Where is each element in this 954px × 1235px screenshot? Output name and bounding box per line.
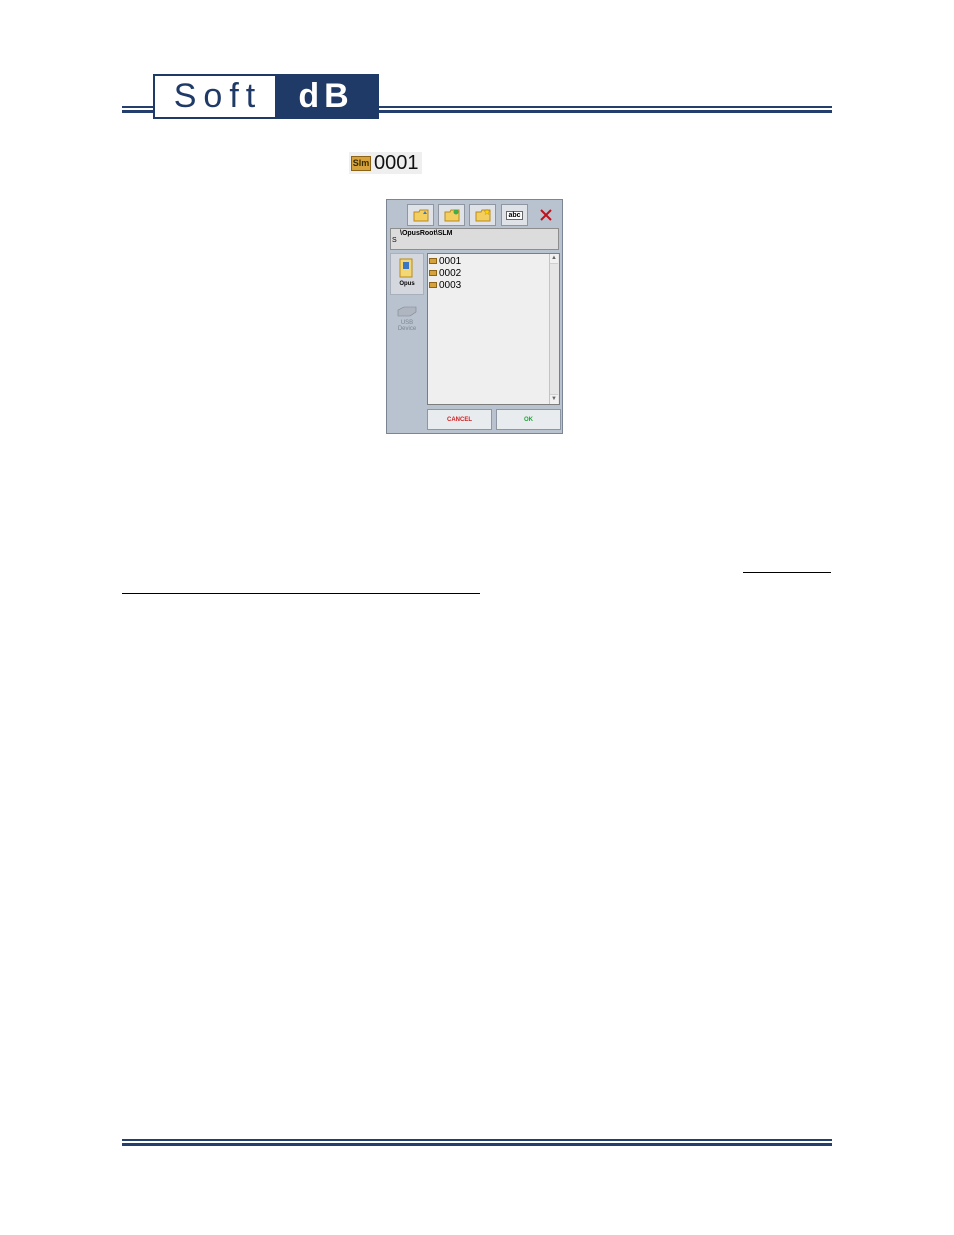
slm-file-sample-label: 0001 xyxy=(374,151,419,174)
file-name: 0003 xyxy=(439,279,462,291)
file-name: 0001 xyxy=(439,255,462,267)
file-list: 0001 0002 0003 ▲ ▼ xyxy=(427,253,560,405)
folder-up-button[interactable] xyxy=(407,204,434,226)
path-marker: S xyxy=(392,237,397,244)
scroll-up-arrow-icon[interactable]: ▲ xyxy=(550,254,558,264)
folder-refresh-icon xyxy=(444,209,459,222)
footer-rule-thick xyxy=(122,1143,832,1146)
opus-folder-icon xyxy=(399,258,413,278)
new-folder-icon xyxy=(475,208,490,222)
rename-icon: abc xyxy=(506,210,523,220)
close-button[interactable] xyxy=(532,204,559,226)
new-folder-button[interactable] xyxy=(469,204,496,226)
refresh-folder-button[interactable] xyxy=(438,204,465,226)
current-path: \OpusRoot\SLM xyxy=(400,230,453,237)
softdb-logo: Soft dB xyxy=(153,74,379,119)
ok-button[interactable]: OK xyxy=(496,409,561,430)
slm-file-sample: Slm 0001 xyxy=(349,152,422,174)
slm-folder-icon xyxy=(429,258,437,264)
slm-file-icon: Slm xyxy=(351,155,371,171)
path-field: S \OpusRoot\SLM xyxy=(390,228,559,250)
link-underline[interactable] xyxy=(743,572,831,573)
footer-rule-thin xyxy=(122,1139,832,1141)
cancel-button[interactable]: CANCEL xyxy=(427,409,492,430)
logo-soft-text: Soft xyxy=(173,77,263,115)
sidebar-label-device: Device xyxy=(397,326,417,332)
sidebar-item-opus[interactable]: Opus xyxy=(390,253,424,295)
sidebar-item-usb-device[interactable]: USB Device xyxy=(390,306,424,344)
sidebar-label-opus: Opus xyxy=(399,281,415,287)
list-item[interactable]: 0001 xyxy=(429,255,461,267)
list-item[interactable]: 0002 xyxy=(429,267,461,279)
slm-folder-icon xyxy=(429,282,437,288)
logo-db-text: dB xyxy=(275,76,377,117)
file-name: 0002 xyxy=(439,267,462,279)
file-browser-dialog: abc S \OpusRoot\SLM Opus USB Device 0001 xyxy=(386,199,563,434)
folder-up-icon xyxy=(413,209,428,222)
link-underline[interactable] xyxy=(122,593,480,594)
list-scrollbar[interactable]: ▲ ▼ xyxy=(549,254,559,404)
slm-folder-icon xyxy=(429,270,437,276)
usb-drive-icon xyxy=(397,306,417,317)
close-icon xyxy=(539,209,552,221)
scroll-down-arrow-icon[interactable]: ▼ xyxy=(550,394,558,404)
rename-button[interactable]: abc xyxy=(501,204,528,226)
list-item[interactable]: 0003 xyxy=(429,279,461,291)
